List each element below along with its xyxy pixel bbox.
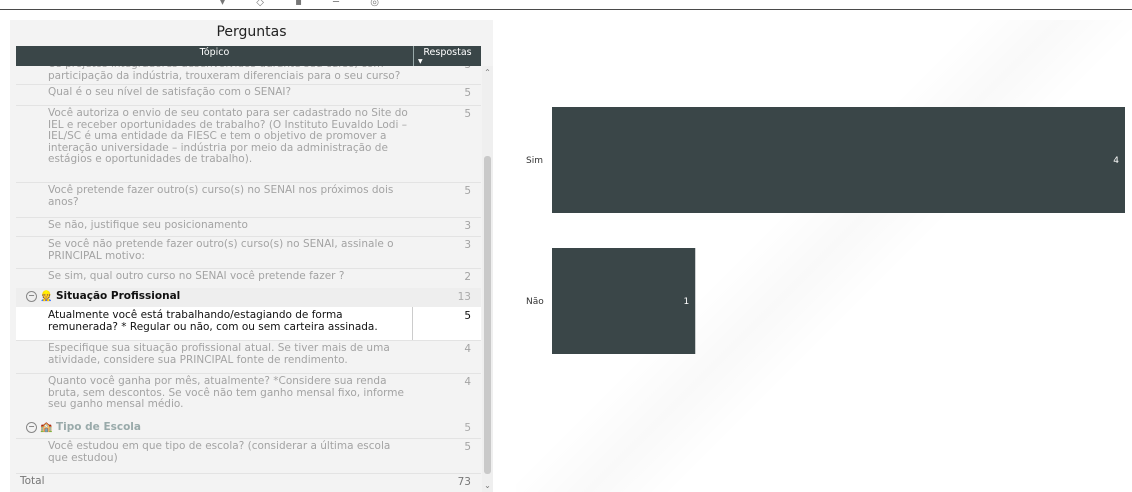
total-row: Total 73 [16, 473, 481, 492]
question-text: Se não, justifique seu posicionamento [48, 219, 248, 231]
table-row[interactable]: Você estudou em que tipo de escola? (con… [16, 438, 481, 474]
person-icon: 👷 [40, 291, 53, 302]
question-text: Qual é o seu nível de satisfação com o S… [48, 86, 292, 98]
table-row[interactable]: Você pretende fazer outro(s) curso(s) no… [16, 182, 481, 218]
column-header-topic[interactable]: Tópico [16, 46, 413, 66]
group-count: 5 [464, 422, 471, 434]
category-label: Não [526, 297, 544, 307]
table-row[interactable]: Os projetos integradores desenvolvidos d… [16, 66, 481, 85]
total-label: Total [20, 475, 45, 487]
collapse-icon[interactable]: − [26, 291, 37, 302]
question-text: Você autoriza o envio de seu contato par… [48, 107, 408, 166]
data-label: 4 [1113, 156, 1119, 166]
collapse-icon[interactable]: − [26, 422, 37, 433]
table-row[interactable]: Especifique sua situação profissional at… [16, 340, 481, 374]
question-text: Você pretende fazer outro(s) curso(s) no… [48, 184, 394, 208]
question-text: Quanto você ganha por mês, atualmente? *… [48, 375, 404, 411]
question-text: Os projetos integradores desenvolvidos d… [48, 66, 401, 82]
data-label: 1 [684, 297, 690, 307]
bar-não[interactable] [552, 248, 696, 354]
group-count: 13 [457, 291, 471, 303]
table-row[interactable]: Quanto você ganha por mês, atualmente? *… [16, 373, 481, 420]
response-count: 3 [464, 66, 471, 71]
table-row-selected[interactable]: Atualmente você está trabalhando/estagia… [16, 307, 481, 341]
table-row[interactable]: Você autoriza o envio de seu contato par… [16, 105, 481, 183]
response-count: 2 [464, 271, 471, 283]
question-text: Se sim, qual outro curso no SENAI você p… [48, 270, 345, 282]
group-title: Situação Profissional [56, 290, 181, 302]
table-row[interactable]: Se você não pretende fazer outro(s) curs… [16, 236, 481, 269]
total-count: 73 [457, 476, 471, 488]
response-count: 3 [464, 239, 471, 251]
response-count: 5 [464, 310, 471, 322]
scroll-down-icon[interactable]: ⌄ [483, 481, 492, 490]
toolbar-icons[interactable]: ▾ ◇ ▪ ─ ◎ [220, 0, 460, 9]
questions-panel: Perguntas Tópico Respostas ▼ Os projetos… [10, 20, 493, 492]
response-count: 3 [464, 220, 471, 232]
question-text: Se você não pretende fazer outro(s) curs… [48, 238, 394, 262]
table-row[interactable]: Se não, justifique seu posicionamento 3 [16, 217, 481, 237]
window-top-border [0, 9, 1132, 10]
response-count: 5 [464, 108, 471, 120]
sort-descending-icon[interactable]: ▼ [418, 58, 423, 65]
questions-table-body: Os projetos integradores desenvolvidos d… [16, 66, 481, 492]
response-count: 5 [464, 87, 471, 99]
vertical-scrollbar[interactable]: ⌃ ⌄ [482, 66, 493, 492]
column-divider [412, 307, 413, 340]
table-row[interactable]: Qual é o seu nível de satisfação com o S… [16, 84, 481, 106]
panel-title: Perguntas [216, 24, 287, 40]
response-count: 4 [464, 376, 471, 388]
scrollbar-thumb[interactable] [484, 156, 491, 474]
column-header-responses[interactable]: Respostas [413, 46, 481, 66]
building-icon: 🏫 [40, 422, 53, 433]
response-count: 4 [464, 343, 471, 355]
question-text: Atualmente você está trabalhando/estagia… [48, 309, 378, 333]
table-header: Tópico Respostas ▼ [16, 46, 481, 66]
group-title: Tipo de Escola [56, 421, 141, 433]
bar-sim[interactable] [552, 107, 1125, 213]
response-count: 5 [464, 441, 471, 453]
question-text: Especifique sua situação profissional at… [48, 342, 390, 366]
group-row-tipo-de-escola[interactable]: − 🏫 Tipo de Escola 5 [16, 419, 481, 439]
chart-panel: Sim 4 Não 1 [516, 20, 1132, 492]
table-row[interactable]: Se sim, qual outro curso no SENAI você p… [16, 268, 481, 289]
group-row-situacao-profissional[interactable]: − 👷 Situação Profissional 13 [16, 288, 481, 308]
scroll-up-icon[interactable]: ⌃ [483, 68, 492, 77]
response-count: 5 [464, 185, 471, 197]
bar-chart: Sim 4 Não 1 [526, 107, 1125, 354]
question-text: Você estudou em que tipo de escola? (con… [48, 440, 391, 464]
category-label: Sim [526, 156, 543, 166]
